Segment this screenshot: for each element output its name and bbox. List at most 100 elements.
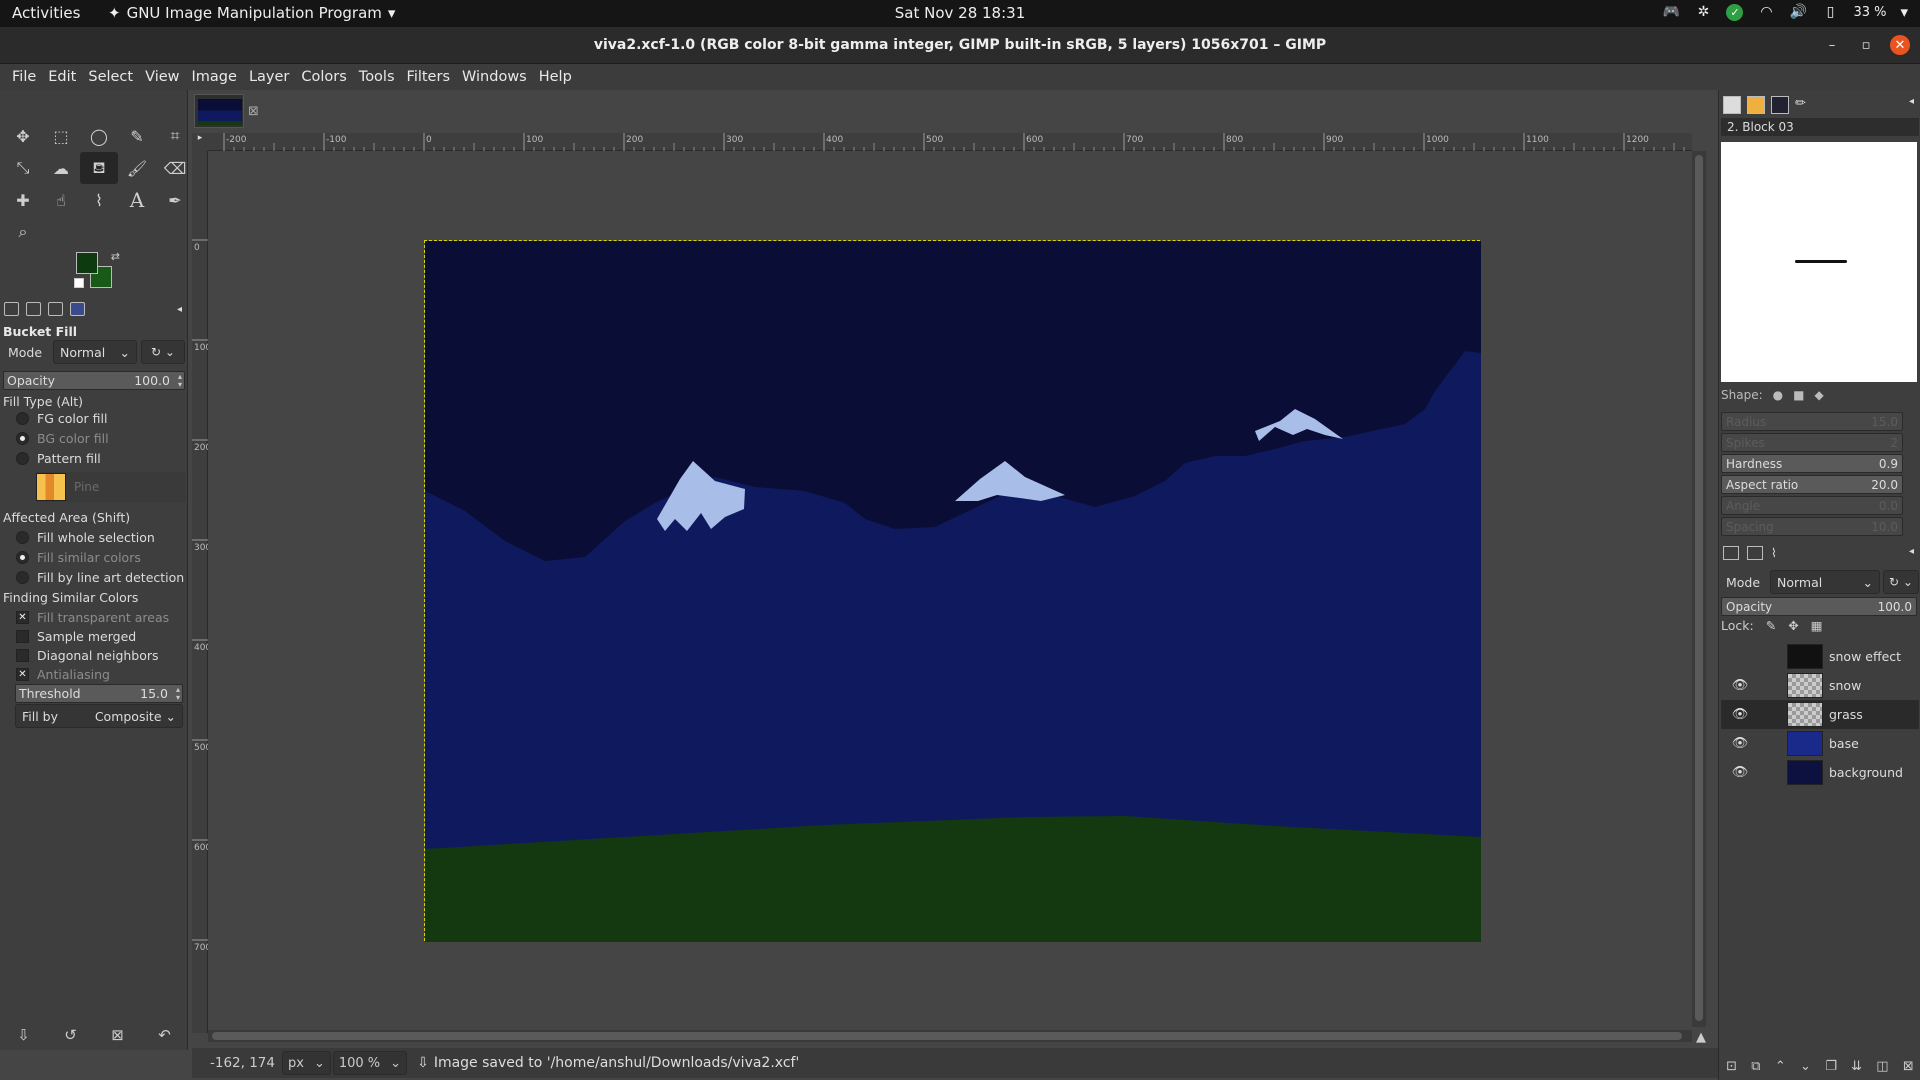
rect-select-icon[interactable]: ⬚ [42,120,80,152]
layer-name[interactable]: snow [1829,678,1861,693]
update-icon[interactable]: ✓ [1726,3,1744,21]
layer-mode-select[interactable]: Normal ⌄ [1770,570,1880,594]
lower-layer-icon[interactable]: ⌄ [1800,1059,1811,1074]
fill-by-select[interactable]: Fill by Composite ⌄ [15,704,183,728]
mask-layer-icon[interactable]: ◫ [1876,1059,1888,1074]
crop-icon[interactable]: ⌗ [156,120,194,152]
app-menu[interactable]: ✦ GNU Image Manipulation Program ▾ [108,4,395,22]
brush-preview[interactable] [1721,142,1917,382]
tool-options-tab-icon[interactable] [4,302,19,316]
brush-slider-spacing[interactable]: Spacing 10.0 [1721,517,1903,536]
lasso-icon[interactable]: ◯ [80,120,118,152]
image-tab[interactable] [194,94,244,128]
layer-thumbnail[interactable] [1787,760,1823,785]
battery-icon[interactable]: ▯ [1821,3,1839,21]
layer-name[interactable]: background [1829,765,1903,780]
bucket-fill-icon[interactable]: ⛾ [80,152,118,184]
activities-button[interactable]: Activities [12,4,80,22]
heal-icon[interactable]: ✚ [4,184,42,216]
new-layer-icon[interactable]: ⊡ [1726,1059,1737,1074]
threshold-slider[interactable]: Threshold 15.0 ▴ ▾ [15,684,183,703]
paths-tab-icon[interactable]: ⌇ [1771,546,1777,560]
square-shape-icon[interactable]: ■ [1793,388,1804,402]
brush-slider-radius[interactable]: Radius 15.0 [1721,412,1903,431]
layer-opacity-slider[interactable]: Opacity 100.0 [1721,597,1917,616]
discord-icon[interactable]: 🎮 [1662,3,1680,21]
brush-slider-hardness[interactable]: Hardness 0.9 [1721,454,1903,473]
color-picker-icon[interactable]: ✒ [156,184,194,216]
layer-row-snow[interactable]: 👁 snow [1721,671,1919,700]
layer-row-base[interactable]: 👁 base [1721,729,1919,758]
vertical-ruler[interactable]: 0 100 200 300 400 500 600 700 [192,151,211,1033]
visibility-eye-icon[interactable]: 👁 [1729,678,1751,693]
default-colors-icon[interactable] [74,278,84,288]
wifi-icon[interactable]: ◠ [1757,3,1775,21]
paintbrush-icon[interactable]: 🖌 [118,152,156,184]
move-icon[interactable]: ✥ [4,120,42,152]
swap-colors-icon[interactable]: ⇄ [111,250,120,263]
vertical-scrollbar[interactable] [1692,151,1706,1027]
horizontal-scroll-thumb[interactable] [212,1032,1682,1040]
battery-percent[interactable]: 33 % [1853,5,1886,20]
paint-dynamics-tab-icon[interactable]: ✏ [1795,96,1806,114]
slack-icon[interactable]: ✲ [1694,3,1712,21]
layer-thumbnail[interactable] [1787,644,1823,669]
device-status-tab-icon[interactable] [26,302,41,316]
layer-name[interactable]: grass [1829,707,1863,722]
configure-tab-icon[interactable]: ◂ [1909,96,1914,107]
spin-icon[interactable]: ▴ ▾ [178,373,182,389]
pattern-fill-radio[interactable]: Pattern fill [16,451,101,466]
fill-transparent-check[interactable]: ✕ Fill transparent areas [16,610,169,625]
menu-layer[interactable]: Layer [243,69,295,85]
text-icon[interactable]: A [118,184,156,216]
diagonal-neighbors-check[interactable]: Diagonal neighbors [16,648,159,663]
circle-shape-icon[interactable]: ● [1773,388,1783,402]
layer-name[interactable]: base [1829,736,1859,751]
gradients-tab-icon[interactable] [1771,96,1789,114]
smudge-icon[interactable]: ☝ [42,184,80,216]
patterns-tab-icon[interactable] [1747,96,1765,114]
fill-line-art-radio[interactable]: Fill by line art detection [16,570,184,585]
layer-reset-mode-button[interactable]: ↻ ⌄ [1883,570,1919,594]
merge-layer-icon[interactable]: ⇊ [1851,1059,1862,1074]
minimize-icon[interactable]: – [1822,35,1842,55]
menu-edit[interactable]: Edit [42,69,82,85]
save-options-icon[interactable]: ⇩ [17,1026,30,1044]
menu-select[interactable]: Select [82,69,139,85]
eraser-icon[interactable]: ⌫ [156,152,194,184]
navigate-icon[interactable]: ▲ [1696,1030,1706,1045]
brush-slider-spikes[interactable]: Spikes 2 [1721,433,1903,452]
menu-help[interactable]: Help [533,69,578,85]
lock-alpha-icon[interactable]: ▦ [1811,618,1823,633]
reset-options-icon[interactable]: ↶ [158,1026,171,1044]
transform-icon[interactable]: ⤡ [4,152,42,184]
visibility-eye-icon[interactable]: 👁 [1729,736,1751,751]
menu-view[interactable]: View [139,69,185,85]
close-icon[interactable]: ✕ [1890,35,1910,55]
undo-history-tab-icon[interactable] [48,302,63,316]
fill-whole-selection-radio[interactable]: Fill whole selection [16,530,155,545]
reset-mode-button[interactable]: ↻ ⌄ [141,340,185,364]
configure-tab-icon[interactable]: ◂ [1909,546,1914,557]
layer-thumbnail[interactable] [1787,731,1823,756]
images-tab-icon[interactable] [70,302,85,316]
bg-color-fill-radio[interactable]: BG color fill [16,431,109,446]
brushes-tab-icon[interactable] [1723,96,1741,114]
duplicate-layer-icon[interactable]: ❐ [1825,1059,1837,1074]
diamond-shape-icon[interactable]: ◆ [1814,388,1823,402]
zoom-select[interactable]: 100 % ⌄ [332,1051,408,1075]
vertical-scroll-thumb[interactable] [1695,155,1703,1021]
layer-name[interactable]: snow effect [1829,649,1901,664]
horizontal-ruler[interactable]: -200 -100 0 100 200 300 400 500 600 700 800 900 1000… [208,133,1715,151]
warp-icon[interactable]: ☁ [42,152,80,184]
menu-image[interactable]: Image [186,69,243,85]
maximize-icon[interactable]: ▫ [1856,35,1876,55]
pattern-swatch[interactable] [36,473,66,501]
restore-options-icon[interactable]: ↺ [64,1026,77,1044]
visibility-eye-icon[interactable]: 👁 [1729,765,1751,780]
spin-icon[interactable]: ▴ ▾ [176,686,180,702]
layer-row-snow-effect[interactable]: snow effect [1721,642,1919,671]
antialiasing-check[interactable]: ✕ Antialiasing [16,667,110,682]
close-image-tab-icon[interactable]: ⊠ [248,104,259,119]
menu-file[interactable]: File [6,69,42,85]
